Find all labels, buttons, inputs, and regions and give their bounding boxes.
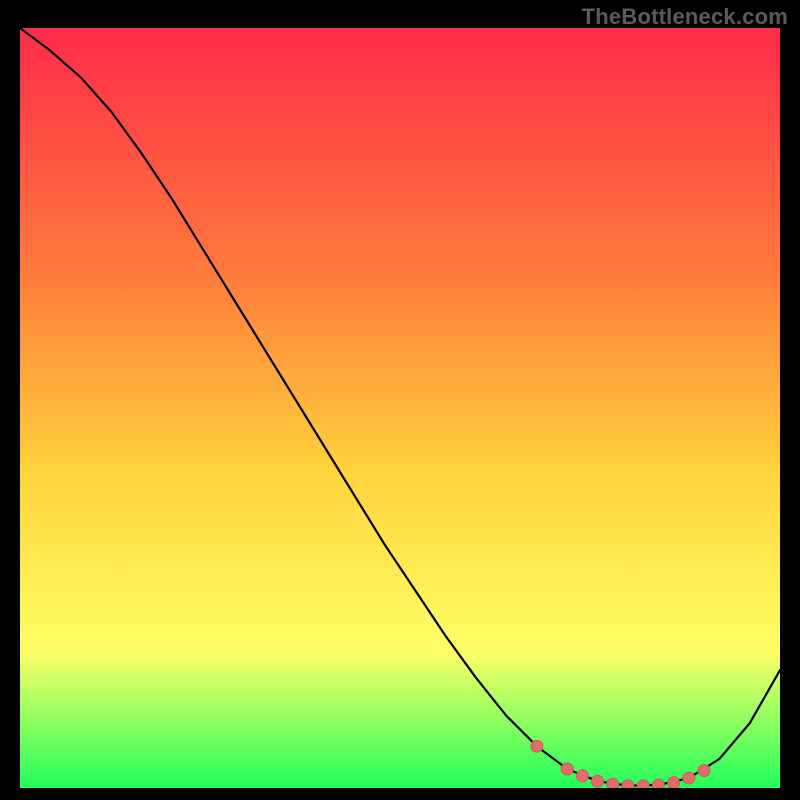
highlight-dot: [592, 775, 604, 787]
highlight-dot: [668, 777, 680, 788]
watermark-text: TheBottleneck.com: [582, 4, 788, 30]
highlight-dot: [531, 740, 543, 752]
highlight-dot: [576, 770, 588, 782]
highlight-dot: [607, 778, 619, 788]
highlight-dot: [561, 763, 573, 775]
chart-area: [20, 28, 780, 788]
highlight-dot: [683, 772, 695, 784]
bottleneck-chart: [20, 28, 780, 788]
app-frame: TheBottleneck.com: [0, 0, 800, 800]
highlight-dot: [652, 779, 664, 788]
highlight-dot: [698, 765, 710, 777]
highlight-dot: [622, 780, 634, 788]
highlight-dot: [637, 780, 649, 788]
